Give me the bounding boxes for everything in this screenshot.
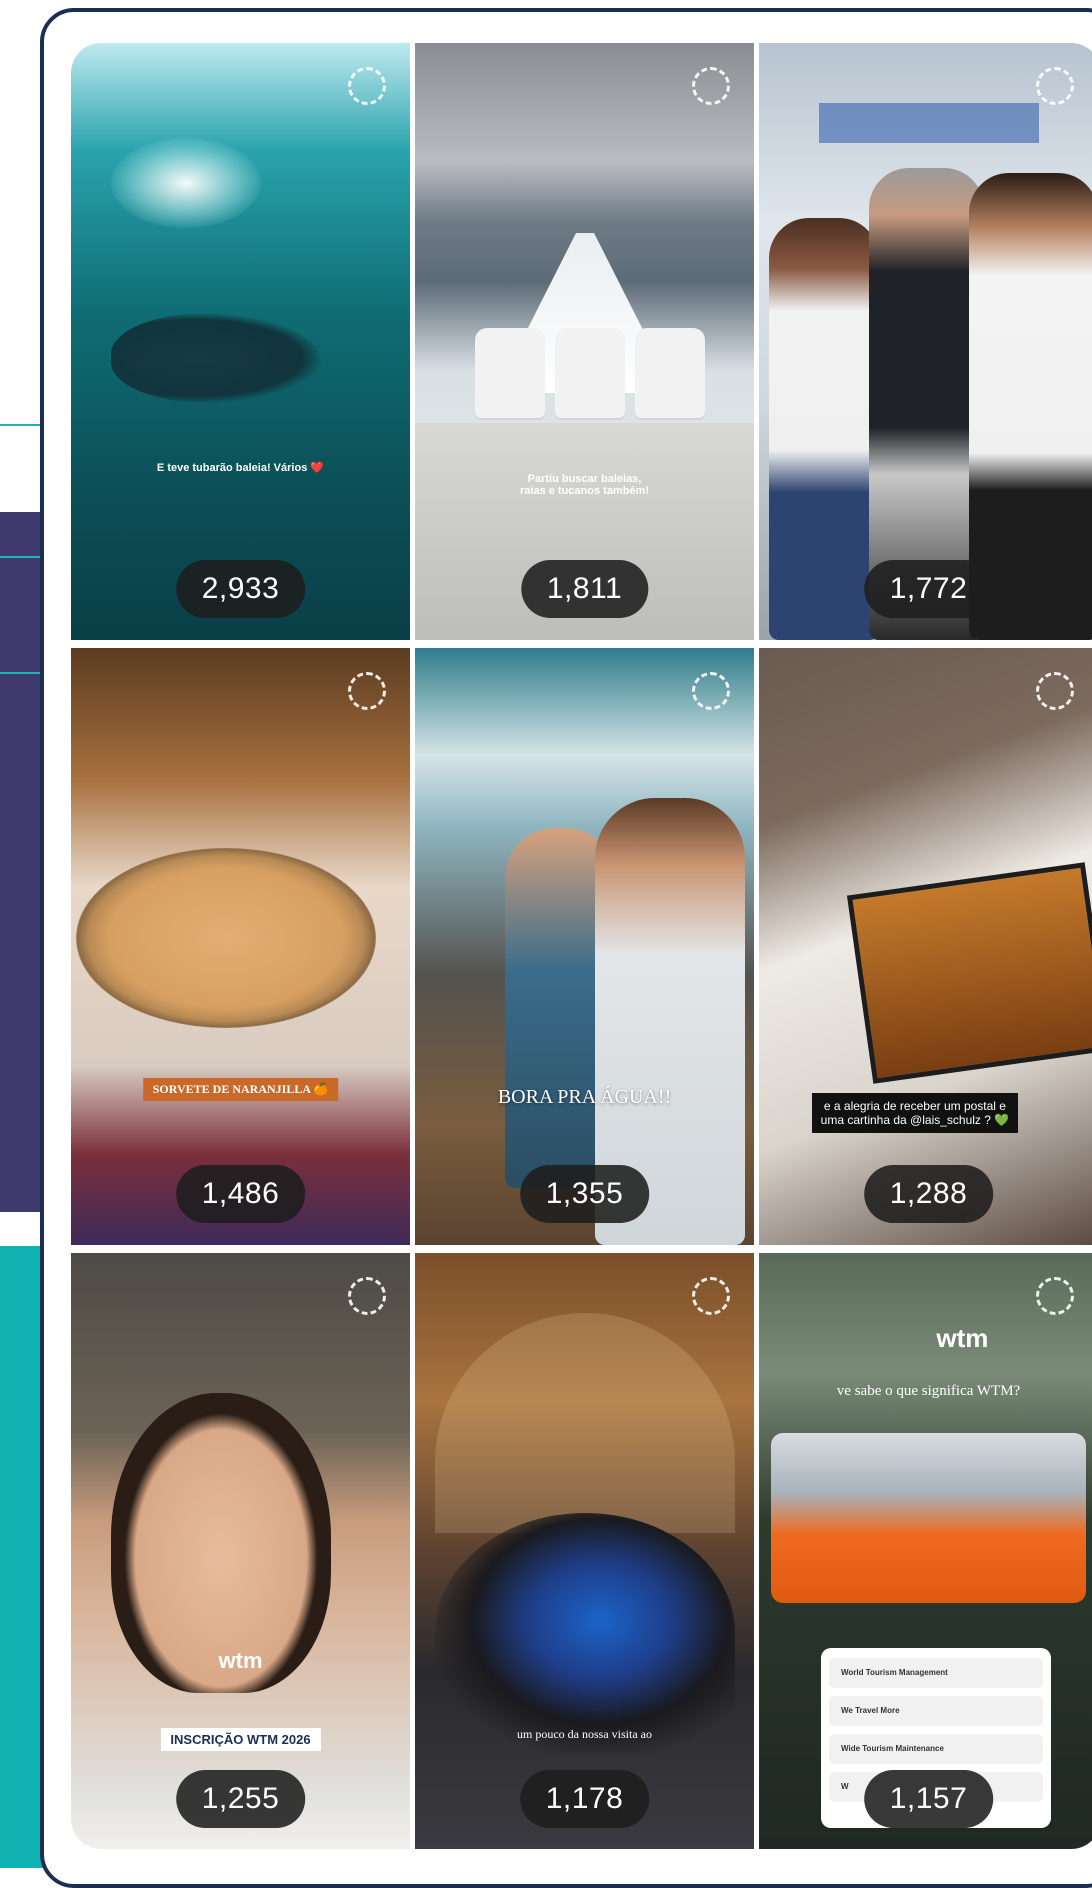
view-count-badge: 1,772 [863, 560, 994, 618]
view-count-badge: 2,933 [175, 560, 306, 618]
view-count-badge: 1,486 [175, 1165, 306, 1223]
light-ray [111, 138, 261, 228]
story-caption: INSCRIÇÃO WTM 2026 [160, 1728, 321, 1751]
story-caption: um pouco da nossa visita ao [517, 1727, 652, 1741]
view-count-badge: 1,178 [519, 1770, 650, 1828]
story-tile[interactable]: E teve tubarão baleia! Vários ❤️ 2,933 [71, 43, 410, 640]
person [969, 173, 1092, 640]
story-banner [819, 103, 1039, 143]
story-thumbnail [759, 43, 1092, 640]
story-thumbnail [71, 43, 410, 640]
poll-option[interactable]: We Travel More [829, 1696, 1043, 1726]
expo-hall-photo [771, 1433, 1086, 1603]
story-tile[interactable]: 1,772 [759, 43, 1092, 640]
boat-engine [475, 328, 545, 418]
view-count-badge: 1,157 [863, 1770, 994, 1828]
loading-spinner-icon [1036, 1277, 1074, 1315]
boat-engine [635, 328, 705, 418]
ice-cream-bowl [76, 848, 376, 1028]
story-thumbnail: World Tourism Management We Travel More … [759, 1253, 1092, 1849]
story-caption: E teve tubarão baleia! Vários ❤️ [156, 462, 325, 474]
story-thumbnail [71, 1253, 410, 1849]
postcard [846, 862, 1092, 1084]
story-tile[interactable]: BORA PRA ÁGUA!! 1,355 [415, 648, 754, 1245]
loading-spinner-icon [692, 1277, 730, 1315]
story-caption: e a alegria de receber um postal e uma c… [811, 1093, 1018, 1133]
story-tile[interactable]: um pouco da nossa visita ao 1,178 [415, 1253, 754, 1849]
view-count-badge: 1,355 [519, 1165, 650, 1223]
story-caption: ve sabe o que significa WTM? [836, 1383, 1021, 1399]
whale-shark-shape [111, 313, 321, 403]
loading-spinner-icon [692, 67, 730, 105]
story-thumbnail [759, 648, 1092, 1245]
story-thumbnail [415, 1253, 754, 1849]
loading-spinner-icon [1036, 67, 1074, 105]
wtm-logo: wtm [936, 1323, 989, 1353]
loading-spinner-icon [348, 67, 386, 105]
story-tile[interactable]: SORVETE DE NARANJILLA 🍊 1,486 [71, 648, 410, 1245]
story-tile[interactable]: World Tourism Management We Travel More … [759, 1253, 1092, 1849]
loading-spinner-icon [692, 672, 730, 710]
crowd [435, 1513, 735, 1753]
person [769, 218, 879, 640]
story-thumbnail [415, 648, 754, 1245]
view-count-badge: 1,288 [863, 1165, 994, 1223]
stories-grid: E teve tubarão baleia! Vários ❤️ 2,933 P… [71, 43, 1092, 1849]
poll-option[interactable]: World Tourism Management [829, 1658, 1043, 1688]
building-arches [435, 1313, 735, 1533]
story-caption: Partiu buscar baleias, raias e tucanos t… [520, 473, 649, 497]
view-count-badge: 1,811 [520, 560, 649, 618]
story-tile[interactable]: e a alegria de receber um postal e uma c… [759, 648, 1092, 1245]
story-caption: SORVETE DE NARANJILLA 🍊 [142, 1078, 339, 1101]
loading-spinner-icon [348, 672, 386, 710]
story-thumbnail [415, 43, 754, 640]
story-tile[interactable]: Partiu buscar baleias, raias e tucanos t… [415, 43, 754, 640]
story-caption: BORA PRA ÁGUA!! [497, 1086, 672, 1108]
story-thumbnail [71, 648, 410, 1245]
poll-option[interactable]: Wide Tourism Maintenance [829, 1734, 1043, 1764]
wtm-logo: wtm [218, 1648, 263, 1673]
view-count-badge: 1,255 [175, 1770, 306, 1828]
boat-engine [555, 328, 625, 418]
loading-spinner-icon [1036, 672, 1074, 710]
loading-spinner-icon [348, 1277, 386, 1315]
story-tile[interactable]: wtm INSCRIÇÃO WTM 2026 1,255 [71, 1253, 410, 1849]
